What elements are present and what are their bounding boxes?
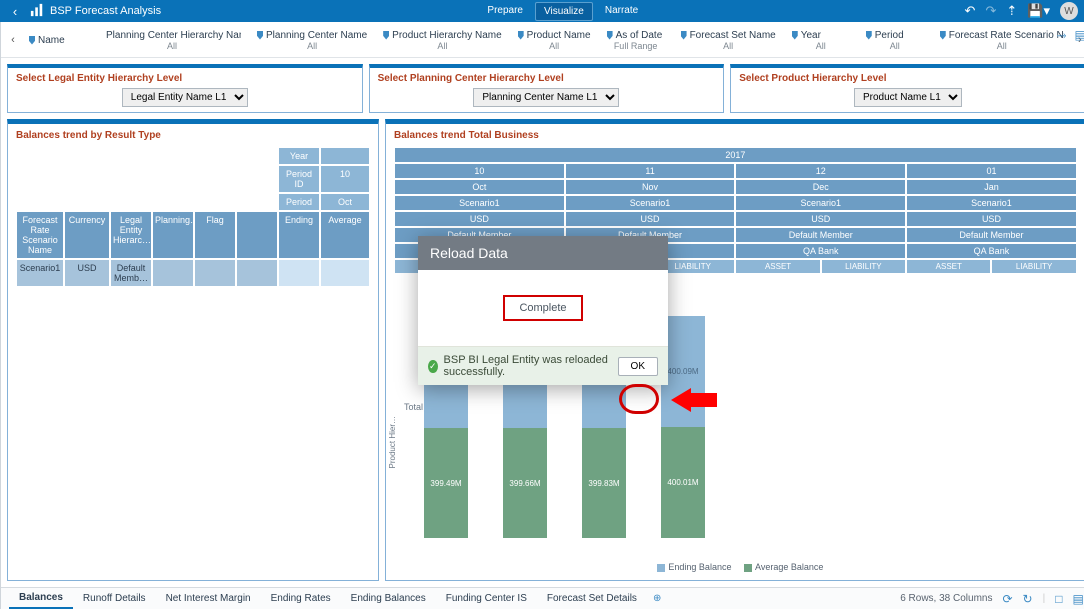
reload-data-dialog: Reload Data Complete ✓ BSP BI Legal Enti… (418, 236, 668, 385)
layout-single-icon[interactable]: □ (1055, 592, 1062, 606)
redo-icon[interactable]: ↷ (985, 3, 996, 19)
y-axis-label: Product Hier… (388, 416, 397, 468)
canvas: ‹ Name Planning Center Hierarchy NameAll… (1, 22, 1084, 609)
canvas-tab[interactable]: Ending Rates (261, 589, 341, 608)
row-col-count: 6 Rows, 38 Columns (900, 593, 992, 604)
filter-pin[interactable]: PeriodAll (860, 25, 930, 55)
save-icon[interactable]: 💾▾ (1027, 3, 1050, 19)
selector-product: Select Product Hierarchy Level Product N… (730, 64, 1084, 113)
canvas-tab[interactable]: Net Interest Margin (156, 589, 261, 608)
filter-pin[interactable]: Planning Center NameAll (251, 25, 373, 55)
canvas-tab[interactable]: Ending Balances (341, 589, 436, 608)
undo-icon[interactable]: ↶ (965, 3, 976, 19)
selector-legal-entity: Select Legal Entity Hierarchy Level Lega… (7, 64, 363, 113)
mode-tabs: Prepare Visualize Narrate (479, 2, 646, 21)
header-actions: ↶ ↷ ⇡ 💾▾ W (965, 2, 1078, 20)
pivot-header: Year Period ID10 PeriodOct Forecast Rate… (16, 147, 370, 287)
selector-planning-center: Select Planning Center Hierarchy Level P… (369, 64, 725, 113)
filter-pin[interactable]: Product NameAll (512, 25, 597, 55)
auto-refresh-icon[interactable]: ↻ (1023, 592, 1033, 606)
dialog-message: BSP BI Legal Entity was reloaded success… (444, 354, 612, 378)
annotation-ring (619, 384, 659, 414)
dialog-title: Reload Data (418, 236, 668, 270)
avatar[interactable]: W (1060, 2, 1078, 20)
mode-prepare[interactable]: Prepare (479, 2, 531, 21)
filter-bar-menu-icon[interactable]: ▤ (1074, 28, 1084, 43)
filter-pin[interactable]: Forecast Rate Scenario NAll (934, 25, 1070, 55)
add-filter-icon[interactable]: ⤑ (1057, 28, 1067, 43)
project-title: BSP Forecast Analysis (30, 3, 161, 20)
planning-center-level-select[interactable]: Planning Center Name L1 (473, 88, 619, 107)
canvas-tab[interactable]: Runoff Details (73, 589, 156, 608)
canvas-tab[interactable]: Forecast Set Details (537, 589, 647, 608)
viz-title: Balances trend by Result Type (16, 128, 370, 147)
filter-pin[interactable]: Forecast Set NameAll (675, 25, 782, 55)
back-button[interactable]: ‹ (6, 4, 24, 19)
legend-swatch (657, 564, 665, 572)
filter-pin[interactable]: Planning Center Hierarchy NameAll (97, 25, 247, 55)
filter-pin[interactable]: YearAll (786, 25, 856, 55)
legend-swatch (744, 564, 752, 572)
mode-narrate[interactable]: Narrate (597, 2, 646, 21)
add-canvas-icon[interactable]: ⊕ (647, 589, 667, 608)
mode-visualize[interactable]: Visualize (535, 2, 593, 21)
canvas-tab[interactable]: Balances (9, 588, 73, 609)
refresh-icon[interactable]: ⟳ (1002, 592, 1012, 606)
canvas-tabs: Balances Runoff Details Net Interest Mar… (1, 587, 1084, 609)
dialog-status: Complete (503, 295, 582, 321)
chart-icon (30, 3, 44, 20)
app-header: ‹ BSP Forecast Analysis Prepare Visualiz… (0, 0, 1084, 22)
filter-pin[interactable]: As of DateFull Range (601, 25, 671, 55)
viz-balances-by-result-type[interactable]: Balances trend by Result Type Year Perio… (7, 119, 379, 581)
level-selectors: Select Legal Entity Hierarchy Level Lega… (1, 58, 1084, 119)
share-icon[interactable]: ⇡ (1006, 3, 1017, 19)
product-level-select[interactable]: Product Name L1 (854, 88, 962, 107)
success-icon: ✓ (428, 360, 438, 373)
canvas-tab[interactable]: Funding Center IS (436, 589, 537, 608)
filter-pin[interactable]: Name (23, 25, 93, 55)
project-title-text: BSP Forecast Analysis (50, 5, 161, 17)
filter-bar: ‹ Name Planning Center Hierarchy NameAll… (1, 22, 1084, 58)
scroll-left-icon[interactable]: ‹ (7, 25, 19, 55)
ok-button[interactable]: OK (618, 357, 658, 376)
chart-legend: Ending Balance Average Balance (394, 558, 1077, 576)
layout-split-icon[interactable]: ▤ (1072, 592, 1083, 606)
viz-title: Balances trend Total Business (394, 128, 1077, 147)
filter-pin[interactable]: Product Hierarchy NameAll (377, 25, 507, 55)
legal-entity-level-select[interactable]: Legal Entity Name L1 (122, 88, 248, 107)
annotation-arrow (671, 388, 719, 412)
